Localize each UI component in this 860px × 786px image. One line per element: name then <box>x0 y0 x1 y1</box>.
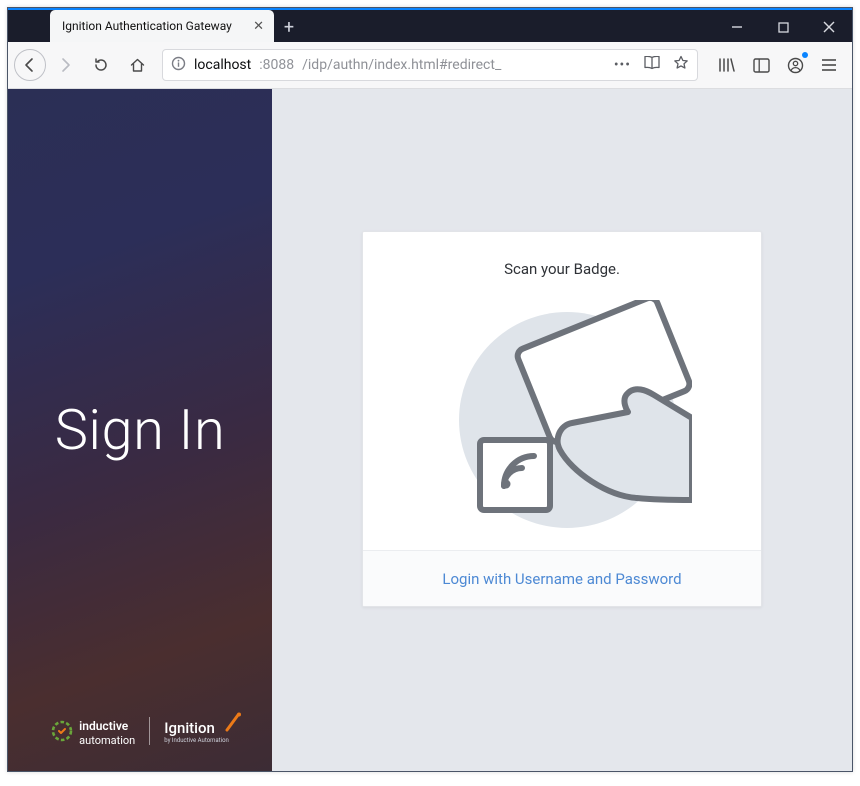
window-close-button[interactable] <box>806 11 852 43</box>
card-body: Scan your Badge. <box>363 232 761 550</box>
home-button[interactable] <box>120 48 154 82</box>
notification-dot-icon <box>802 52 808 58</box>
main-panel: Scan your Badge. <box>272 89 852 771</box>
library-icon[interactable] <box>710 48 744 82</box>
address-bar[interactable]: localhost :8088/idp/authn/index.html#redi… <box>162 49 698 81</box>
titlebar: Ignition Authentication Gateway ✕ + <box>8 8 852 42</box>
site-info-icon[interactable] <box>171 56 186 75</box>
logo1-bottom: automation <box>79 734 135 747</box>
logo-divider <box>149 717 150 745</box>
browser-window: Ignition Authentication Gateway ✕ + <box>7 7 853 772</box>
window-minimize-button[interactable] <box>714 11 760 43</box>
sign-in-heading: Sign In <box>55 397 226 463</box>
url-port: :8088 <box>259 57 294 73</box>
card-footer: Login with Username and Password <box>363 550 761 606</box>
url-path: /idp/authn/index.html#redirect_ <box>302 57 606 73</box>
browser-tab-active[interactable]: Ignition Authentication Gateway ✕ <box>50 10 274 42</box>
new-tab-button[interactable]: + <box>274 12 304 42</box>
close-tab-icon[interactable]: ✕ <box>253 19 264 34</box>
reader-mode-icon[interactable] <box>643 56 661 75</box>
account-icon[interactable] <box>778 48 812 82</box>
badge-scan-illustration <box>432 300 692 530</box>
reload-button[interactable] <box>84 48 118 82</box>
tab-strip: Ignition Authentication Gateway ✕ + <box>50 10 304 42</box>
sidebar-icon[interactable] <box>744 48 778 82</box>
gear-icon <box>51 720 73 742</box>
scan-badge-title: Scan your Badge. <box>383 260 741 278</box>
inductive-automation-logo: inductive automation <box>51 715 135 747</box>
url-actions: ••• <box>614 55 689 75</box>
logo1-top: inductive <box>79 719 128 733</box>
window-maximize-button[interactable] <box>760 11 806 43</box>
page-content: Sign In inductive automation Ignition <box>8 89 852 771</box>
brand-panel: Sign In inductive automation Ignition <box>8 89 272 771</box>
url-hostname: localhost <box>194 57 251 73</box>
brand-logos: inductive automation Ignition by Inducti… <box>28 715 252 747</box>
ignition-logo: Ignition by Inductive Automation <box>164 718 229 744</box>
tab-title: Ignition Authentication Gateway <box>62 19 232 33</box>
page-actions-icon[interactable]: ••• <box>614 57 631 73</box>
back-button[interactable] <box>14 49 46 81</box>
login-with-username-link[interactable]: Login with Username and Password <box>442 570 681 588</box>
bookmark-star-icon[interactable] <box>673 55 689 75</box>
login-card: Scan your Badge. <box>362 231 762 607</box>
spark-icon <box>223 712 243 734</box>
logo2-sub: by Inductive Automation <box>164 737 229 744</box>
forward-button[interactable] <box>48 48 82 82</box>
window-controls <box>714 10 852 44</box>
nav-toolbar: localhost :8088/idp/authn/index.html#redi… <box>8 42 852 89</box>
menu-icon[interactable] <box>812 48 846 82</box>
logo2-name: Ignition <box>164 719 215 737</box>
toolbar-right-actions <box>710 48 846 82</box>
